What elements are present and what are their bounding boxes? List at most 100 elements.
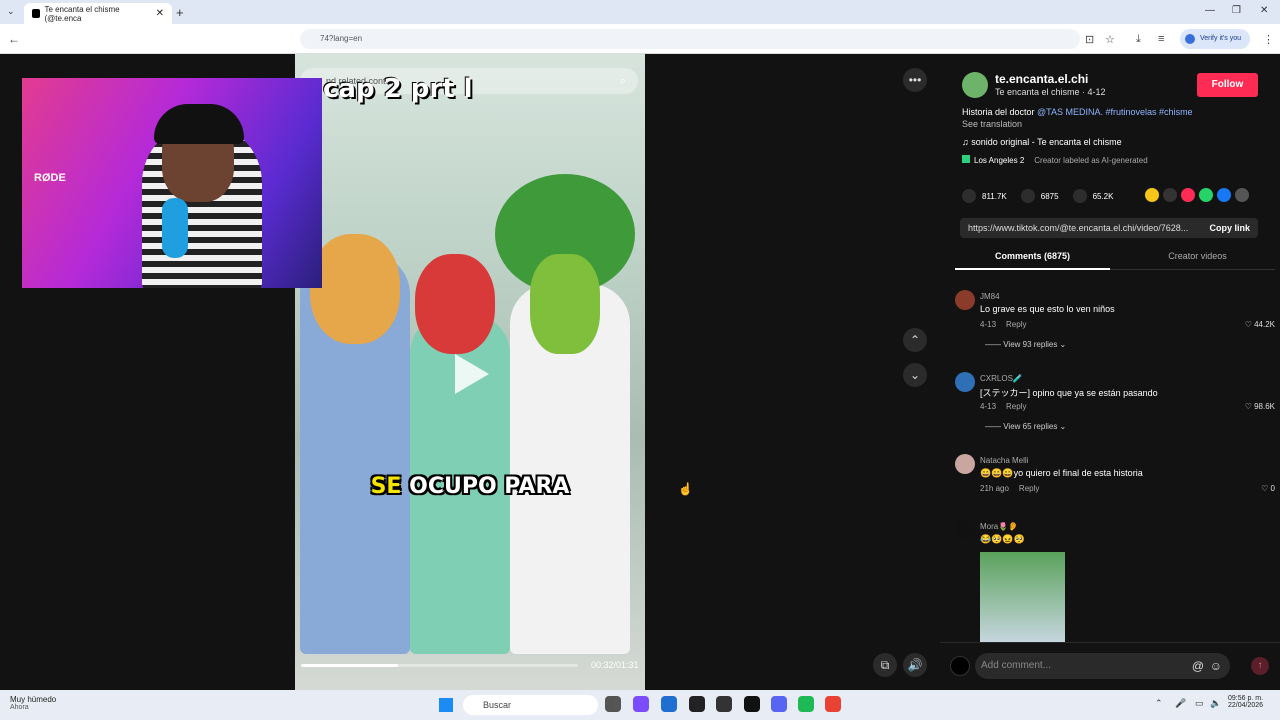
commenter-name[interactable]: CXRLOS🧪: [980, 374, 1023, 383]
comment-image[interactable]: [980, 552, 1065, 642]
terminal-icon[interactable]: [689, 696, 705, 712]
more-options-icon[interactable]: •••: [903, 68, 927, 92]
tab-close-icon[interactable]: ✕: [156, 8, 164, 19]
play-icon[interactable]: [455, 354, 489, 394]
comment-like-button[interactable]: ♡ 98.6K: [1245, 402, 1275, 411]
spotify-icon[interactable]: [798, 696, 814, 712]
tab-list-chevron-icon[interactable]: ⌄: [7, 6, 15, 17]
reply-button[interactable]: Reply: [1006, 320, 1026, 329]
mic-tray-icon[interactable]: 🎤: [1175, 698, 1186, 709]
location-row: Los Angeles 2 Creator labeled as AI-gener…: [962, 155, 1148, 165]
follow-button[interactable]: Follow: [1197, 73, 1258, 97]
view-replies-button[interactable]: —— View 65 replies ⌄: [985, 422, 1066, 431]
video-player[interactable]: nd related content ⌕ cap 2 prt l SE OCUP…: [295, 54, 645, 690]
creator-avatar[interactable]: [962, 72, 988, 98]
view-replies-button[interactable]: —— View 93 replies ⌄: [985, 340, 1066, 349]
maximize-icon[interactable]: ❐: [1232, 5, 1241, 16]
browser-menu-icon[interactable]: ⋮: [1263, 33, 1274, 46]
taskbar-search[interactable]: Buscar: [463, 695, 598, 715]
video-url-box[interactable]: https://www.tiktok.com/@te.encanta.el.ch…: [960, 218, 1258, 238]
weather-widget[interactable]: Muy húmedo Ahora: [10, 695, 56, 711]
discord-icon[interactable]: [771, 696, 787, 712]
tab-underline: [955, 268, 1110, 270]
see-translation-link[interactable]: See translation: [962, 119, 1022, 129]
windows-start-icon[interactable]: [439, 698, 453, 712]
facebook-icon[interactable]: [1217, 188, 1231, 202]
volume-icon[interactable]: 🔊: [903, 653, 927, 677]
store-icon[interactable]: [661, 696, 677, 712]
sound-link[interactable]: ♫ sonido original - Te encanta el chisme: [962, 137, 1122, 147]
share-arrow-icon[interactable]: [1235, 188, 1249, 202]
embed-icon[interactable]: [1163, 188, 1177, 202]
tab-comments[interactable]: Comments (6875): [955, 251, 1110, 261]
creator-username[interactable]: te.encanta.el.chi: [995, 72, 1088, 86]
download-icon[interactable]: ⤓: [1136, 33, 1141, 46]
microphone-image: [162, 198, 188, 258]
saves-count: 65.2K: [1092, 191, 1114, 201]
reply-button[interactable]: Reply: [1019, 484, 1039, 493]
clock-time: 09:56 p. m.: [1228, 695, 1264, 702]
video-description: Historia del doctor @TAS MEDINA. #frutin…: [962, 107, 1193, 117]
like-heart-icon[interactable]: [962, 189, 976, 203]
whatsapp-icon[interactable]: [1199, 188, 1213, 202]
browser-tab-bar: ⌄ Te encanta el chisme (@te.enca ✕ + — ❐…: [0, 0, 1280, 24]
commenter-avatar[interactable]: [955, 454, 975, 474]
commenter-name[interactable]: JM84: [980, 292, 1000, 301]
commenter-name[interactable]: Natacha Melli: [980, 456, 1028, 465]
streamer-webcam-overlay: RØDE: [22, 78, 322, 288]
tab-creator-videos[interactable]: Creator videos: [1120, 251, 1275, 261]
comment-date: 21h ago: [980, 484, 1009, 493]
commenter-avatar[interactable]: [955, 520, 975, 540]
network-icon[interactable]: ▭: [1195, 698, 1204, 709]
copy-link-button[interactable]: Copy link: [1209, 218, 1250, 238]
comment-bubble-icon[interactable]: [1020, 189, 1035, 203]
next-video-icon[interactable]: ⌄: [903, 363, 927, 387]
comment-meta: 21h ago Reply: [980, 484, 1039, 493]
minimize-icon[interactable]: —: [1205, 5, 1215, 16]
share-row: [1145, 188, 1249, 202]
tray-chevron-icon[interactable]: ⌃: [1155, 698, 1163, 709]
copilot-icon[interactable]: [633, 696, 649, 712]
creator-subtitle: Te encanta el chisme · 4-12: [995, 87, 1106, 97]
location-label[interactable]: Los Angeles 2: [974, 156, 1024, 165]
media-control-icon[interactable]: ≡: [1158, 33, 1164, 45]
install-app-icon[interactable]: ⊡: [1085, 33, 1094, 46]
bookmark-icon[interactable]: [1072, 189, 1087, 203]
emoji-icon[interactable]: ☺: [1210, 653, 1222, 679]
repost-icon[interactable]: [1181, 188, 1195, 202]
send-comment-button[interactable]: ↑: [1251, 657, 1269, 675]
address-bar[interactable]: 74?lang=en: [300, 29, 1080, 49]
browser-tab[interactable]: Te encanta el chisme (@te.enca ✕: [24, 3, 172, 24]
mention-icon[interactable]: @: [1192, 653, 1204, 679]
comment-like-button[interactable]: ♡ 0: [1261, 484, 1275, 493]
comment-item: Natacha Melli 😄😄😄yo quiero el final de e…: [955, 454, 1275, 499]
commenter-avatar[interactable]: [955, 290, 975, 310]
previous-video-icon[interactable]: ⌃: [903, 328, 927, 352]
comment-item: CXRLOS🧪 [ステッカー] opino que ya se están pa…: [955, 372, 1275, 432]
coin-icon[interactable]: [1145, 188, 1159, 202]
app-icon[interactable]: [716, 696, 732, 712]
comment-text: Lo grave es que esto lo ven niños: [980, 304, 1115, 314]
obs-icon[interactable]: [744, 696, 760, 712]
commenter-name[interactable]: Mora🌷👂: [980, 522, 1018, 531]
likes-count: 811.7K: [982, 191, 1007, 201]
add-comment-placeholder: Add comment...: [981, 660, 1052, 671]
speaker-tray-icon[interactable]: 🔈: [1210, 698, 1221, 709]
commenter-avatar[interactable]: [955, 372, 975, 392]
video-progress-bar[interactable]: [301, 664, 578, 667]
info-sidebar: te.encanta.el.chi Te encanta el chisme ·…: [940, 54, 1280, 690]
description-tags[interactable]: @TAS MEDINA. #frutinovelas #chisme: [1037, 107, 1193, 117]
reply-button[interactable]: Reply: [1006, 402, 1026, 411]
new-tab-button[interactable]: +: [176, 5, 184, 20]
window-close-icon[interactable]: ✕: [1260, 5, 1268, 16]
system-clock[interactable]: 09:56 p. m. 22/04/2026: [1228, 695, 1263, 709]
taskview-icon[interactable]: [605, 696, 621, 712]
search-icon[interactable]: ⌕: [620, 68, 626, 94]
verify-button[interactable]: Verify it's you: [1180, 29, 1250, 49]
back-arrow-icon[interactable]: ←: [8, 32, 20, 46]
bookmark-star-icon[interactable]: ☆: [1105, 33, 1115, 46]
comment-like-button[interactable]: ♡ 44.2K: [1245, 320, 1275, 329]
chrome-icon[interactable]: [825, 696, 841, 712]
add-comment-input[interactable]: Add comment... @ ☺: [975, 653, 1230, 679]
pip-icon[interactable]: ⧉: [873, 653, 897, 677]
